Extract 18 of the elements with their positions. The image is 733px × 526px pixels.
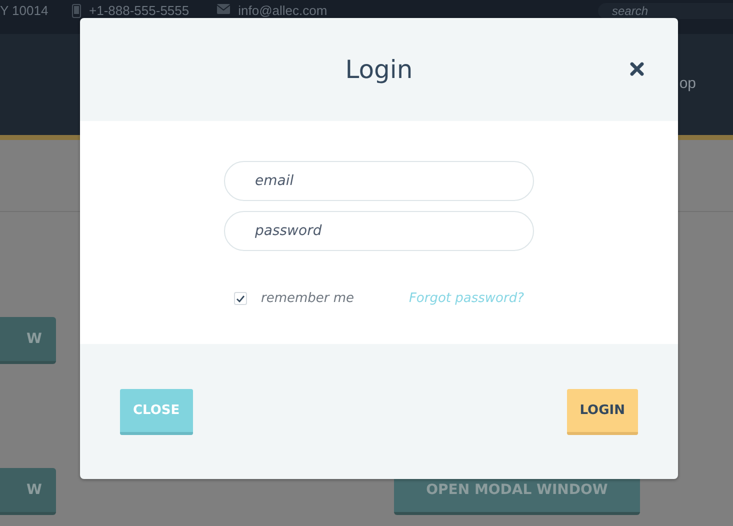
- open-modal-button[interactable]: W: [0, 468, 56, 515]
- close-button[interactable]: CLOSE: [120, 388, 193, 434]
- remember-label: remember me: [261, 291, 354, 306]
- search-field[interactable]: search: [598, 3, 733, 19]
- address-text: Y 10014: [0, 4, 50, 17]
- envelope-icon: [217, 4, 230, 14]
- modal-title: Login: [345, 55, 413, 84]
- close-icon[interactable]: [630, 62, 644, 76]
- login-button[interactable]: LOGIN: [566, 388, 638, 434]
- email-field[interactable]: email: [224, 161, 534, 201]
- phone-text: +1-888-555-5555: [89, 4, 190, 17]
- password-field[interactable]: password: [224, 211, 534, 251]
- email-text: info@allec.com: [238, 4, 328, 17]
- remember-checkbox[interactable]: [234, 292, 247, 305]
- open-modal-button[interactable]: W: [0, 317, 56, 364]
- nav-link[interactable]: op: [679, 75, 696, 94]
- forgot-password-link[interactable]: Forgot password?: [408, 291, 524, 306]
- phone-icon: [72, 4, 81, 18]
